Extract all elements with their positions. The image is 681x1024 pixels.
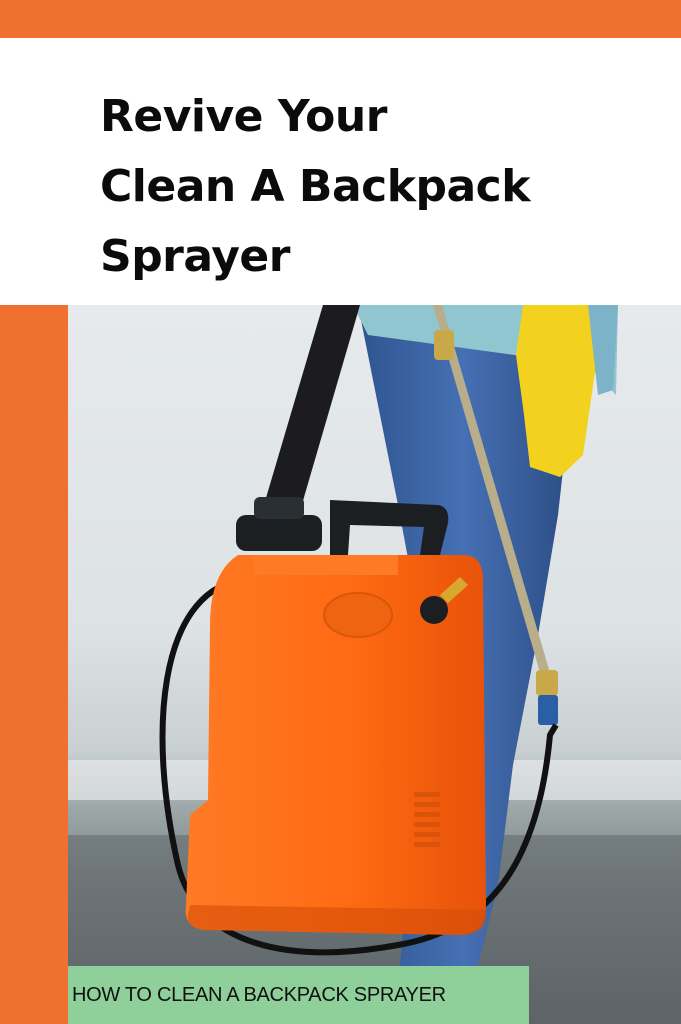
title-line-2: Clean A Backpack: [100, 161, 531, 212]
tank-logo: [323, 592, 393, 638]
title-line-3: Sprayer: [100, 231, 290, 282]
page-title: Revive Your Clean A Backpack Sprayer: [100, 82, 660, 292]
wand-fitting: [434, 330, 454, 360]
top-accent-bar: [0, 0, 681, 38]
wand-fitting-lower: [536, 670, 558, 696]
caption-text: HOW TO CLEAN A BACKPACK SPRAYER: [72, 983, 446, 1006]
tank-cap-top: [254, 497, 304, 519]
pressure-valve: [420, 596, 448, 624]
sprayer-illustration: [68, 305, 681, 1024]
title-block: Revive Your Clean A Backpack Sprayer: [0, 38, 681, 305]
tank-shoulder: [253, 555, 398, 575]
side-accent-bar: [0, 305, 68, 1024]
caption-box: HOW TO CLEAN A BACKPACK SPRAYER: [68, 966, 529, 1024]
title-line-1: Revive Your: [100, 91, 387, 142]
tank-cap: [236, 515, 322, 551]
wand-blue-fitting: [538, 695, 558, 725]
sprayer-photo: [68, 305, 681, 1024]
